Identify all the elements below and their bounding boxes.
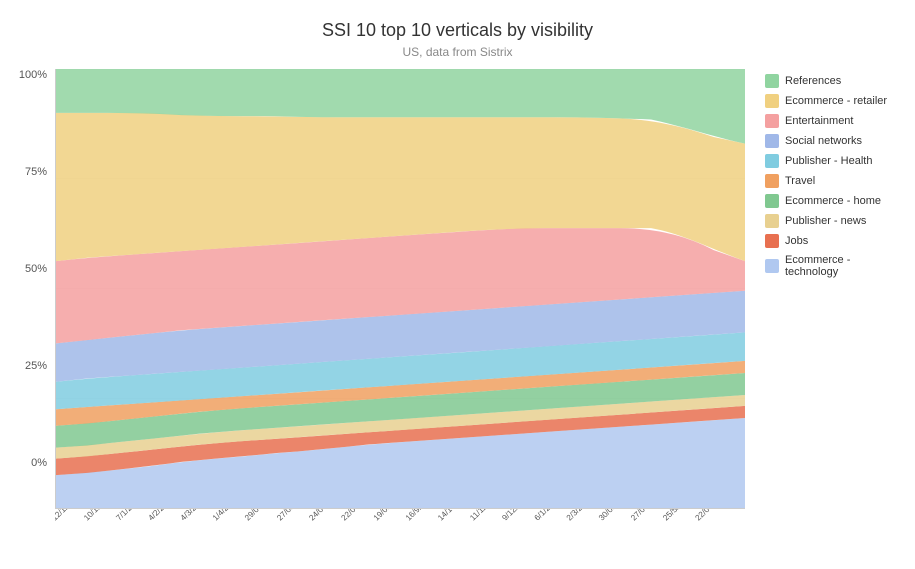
legend-label-5: Travel	[785, 175, 815, 187]
x-axis: 12/11/2022 10/12/2022 7/1/2023 4/2/2023 …	[10, 509, 905, 564]
legend-label-6: Ecommerce - home	[785, 195, 881, 207]
svg-text:22/07/2023: 22/07/2023	[340, 509, 376, 522]
legend-label-1: Ecommerce - retailer	[785, 95, 887, 107]
legend-color-3	[765, 134, 779, 148]
legend-item-9: Ecommerce - technology	[765, 254, 905, 278]
svg-text:7/1/2023: 7/1/2023	[114, 509, 144, 522]
svg-text:19/08/2023: 19/08/2023	[372, 509, 408, 522]
legend: References Ecommerce - retailer Entertainm…	[745, 69, 905, 509]
chart-container: SSI 10 top 10 verticals by visibility US…	[0, 0, 915, 566]
svg-text:6/1/2024: 6/1/2024	[533, 509, 563, 522]
legend-color-2	[765, 114, 779, 128]
legend-label-0: References	[785, 75, 841, 87]
y-label-25: 25%	[25, 360, 47, 372]
svg-text:16/9/2023: 16/9/2023	[404, 509, 437, 522]
chart-subtitle: US, data from Sistrix	[10, 45, 905, 59]
y-axis: 100% 75% 50% 25% 0%	[10, 69, 55, 509]
legend-item-4: Publisher - Health	[765, 154, 905, 168]
svg-text:1/4/2023: 1/4/2023	[211, 509, 241, 522]
svg-text:11/11/2023: 11/11/2023	[468, 509, 503, 522]
y-label-75: 75%	[25, 166, 47, 178]
svg-text:10/12/2022: 10/12/2022	[82, 509, 118, 522]
svg-text:27/04/2024: 27/04/2024	[629, 509, 665, 522]
chart-body: 100% 75% 50% 25% 0%	[10, 69, 905, 509]
legend-color-1	[765, 94, 779, 108]
legend-color-9	[765, 259, 779, 273]
legend-item-0: References	[765, 74, 905, 88]
chart-svg	[56, 69, 745, 508]
svg-text:2/3/2024: 2/3/2024	[565, 509, 595, 522]
legend-item-5: Travel	[765, 174, 905, 188]
y-label-100: 100%	[19, 69, 47, 81]
y-label-50: 50%	[25, 263, 47, 275]
svg-text:27/05/2023: 27/05/2023	[275, 509, 311, 522]
svg-text:9/12/2023: 9/12/2023	[500, 509, 533, 522]
svg-text:25/5/2024: 25/5/2024	[661, 509, 694, 522]
svg-text:4/2/2023: 4/2/2023	[146, 509, 176, 522]
svg-text:24/06/2023: 24/06/2023	[307, 509, 343, 522]
legend-label-7: Publisher - news	[785, 215, 866, 227]
legend-item-3: Social networks	[765, 134, 905, 148]
chart-title: SSI 10 top 10 verticals by visibility	[10, 20, 905, 41]
legend-item-6: Ecommerce - home	[765, 194, 905, 208]
chart-area	[55, 69, 745, 509]
legend-color-7	[765, 214, 779, 228]
svg-text:12/11/2022: 12/11/2022	[55, 509, 86, 522]
x-axis-svg: 12/11/2022 10/12/2022 7/1/2023 4/2/2023 …	[55, 509, 740, 564]
legend-label-3: Social networks	[785, 135, 862, 147]
svg-text:14/10/2023: 14/10/2023	[436, 509, 472, 522]
legend-label-8: Jobs	[785, 235, 808, 247]
svg-text:29/04/2023: 29/04/2023	[243, 509, 279, 522]
svg-text:30/03/2024: 30/03/2024	[597, 509, 633, 522]
legend-item-2: Entertainment	[765, 114, 905, 128]
legend-item-7: Publisher - news	[765, 214, 905, 228]
legend-color-8	[765, 234, 779, 248]
legend-label-2: Entertainment	[785, 115, 853, 127]
legend-item-8: Jobs	[765, 234, 905, 248]
svg-text:4/3/2023: 4/3/2023	[179, 509, 209, 522]
legend-item-1: Ecommerce - retailer	[765, 94, 905, 108]
legend-color-0	[765, 74, 779, 88]
legend-color-5	[765, 174, 779, 188]
legend-color-4	[765, 154, 779, 168]
legend-color-6	[765, 194, 779, 208]
legend-label-9: Ecommerce - technology	[785, 254, 905, 278]
y-label-0: 0%	[31, 457, 47, 469]
legend-label-4: Publisher - Health	[785, 155, 872, 167]
svg-text:22/06/2024: 22/06/2024	[693, 509, 729, 522]
